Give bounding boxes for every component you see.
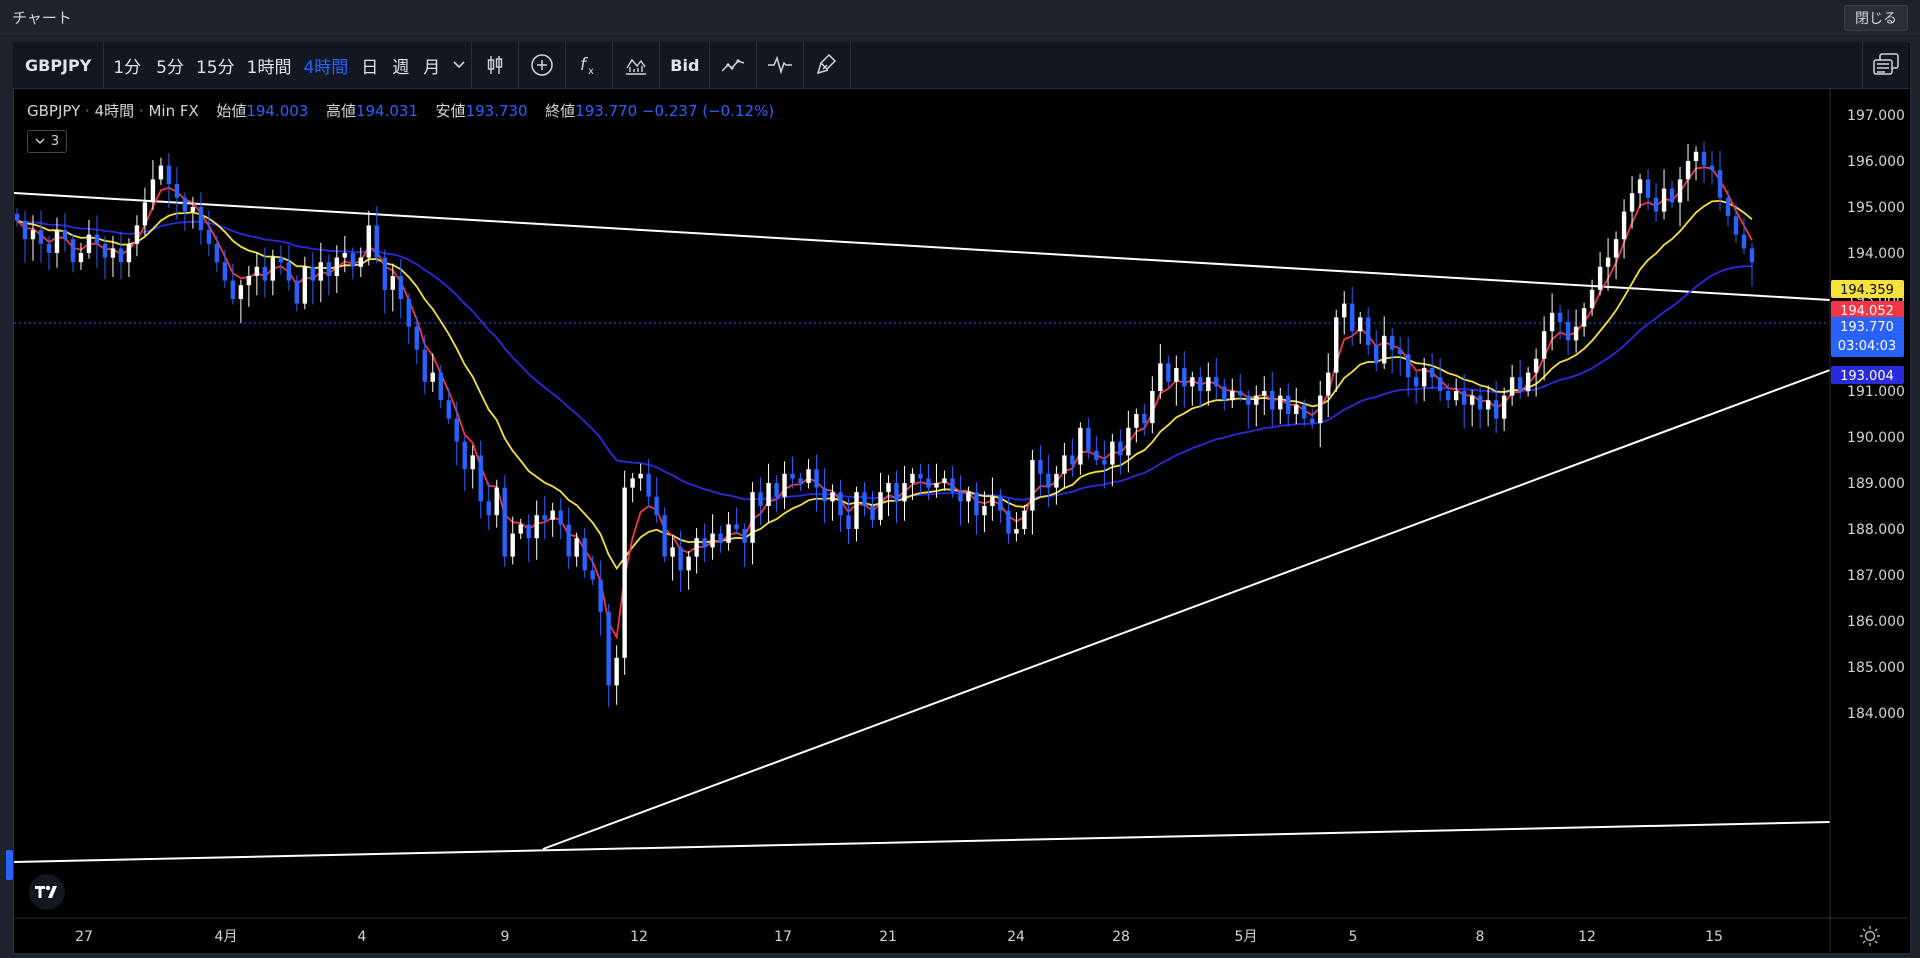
chart-frame xyxy=(13,42,1911,954)
close-value: 193.770 xyxy=(575,102,638,120)
low-value: 193.730 xyxy=(465,102,528,120)
pulse-icon[interactable] xyxy=(757,42,803,88)
chart-toolbar: GBPJPY 1分 5分 15分 1時間 4時間 日 週 月 fx Bid xyxy=(13,42,1909,89)
add-compare-icon[interactable] xyxy=(519,42,565,88)
high-label: 高値 xyxy=(325,102,356,120)
chart-legend: GBPJPY · 4時間 · Min FX 始値194.003 高値194.03… xyxy=(27,102,775,120)
close-button[interactable]: 閉じる xyxy=(1844,5,1908,31)
interval-month[interactable]: 月 xyxy=(416,42,447,88)
indicator-count: 3 xyxy=(50,134,60,149)
legend-symbol[interactable]: GBPJPY xyxy=(27,102,80,120)
price-type-button[interactable]: Bid xyxy=(660,42,709,88)
low-label: 安値 xyxy=(435,102,466,120)
settings-icon[interactable] xyxy=(1858,924,1882,948)
indicators-icon[interactable]: fx xyxy=(566,42,612,88)
svg-text:x: x xyxy=(588,66,594,77)
interval-4h[interactable]: 4時間 xyxy=(297,42,354,88)
interval-day[interactable]: 日 xyxy=(354,42,385,88)
close-label: 終値 xyxy=(545,102,576,120)
open-label: 始値 xyxy=(216,102,247,120)
window-title: チャート xyxy=(12,9,72,27)
interval-week[interactable]: 週 xyxy=(385,42,416,88)
candlestick-icon[interactable] xyxy=(472,42,518,88)
legend-source: Min FX xyxy=(148,102,199,120)
interval-5m[interactable]: 5分 xyxy=(150,42,190,88)
symbol-button[interactable]: GBPJPY xyxy=(13,42,103,88)
tradingview-logo[interactable] xyxy=(29,874,65,910)
chevron-down-icon xyxy=(35,138,45,144)
sidebar-toggle[interactable] xyxy=(6,850,13,880)
chart-type-icon[interactable] xyxy=(613,42,659,88)
toolbar-divider xyxy=(850,42,852,88)
interval-1m[interactable]: 1分 xyxy=(104,42,150,88)
chevron-down-icon[interactable] xyxy=(447,42,471,88)
line-chart-icon[interactable] xyxy=(710,42,756,88)
open-value: 194.003 xyxy=(246,102,309,120)
brush-icon[interactable] xyxy=(804,42,850,88)
window-titlebar: チャート 閉じる xyxy=(0,0,1920,34)
indicator-collapse-button[interactable]: 3 xyxy=(27,130,67,153)
change-value: −0.237 (−0.12%) xyxy=(641,102,775,120)
interval-15m[interactable]: 15分 xyxy=(190,42,241,88)
legend-interval: 4時間 xyxy=(94,102,135,120)
layout-icon[interactable] xyxy=(1862,42,1909,88)
high-value: 194.031 xyxy=(355,102,418,120)
interval-1h[interactable]: 1時間 xyxy=(241,42,298,88)
